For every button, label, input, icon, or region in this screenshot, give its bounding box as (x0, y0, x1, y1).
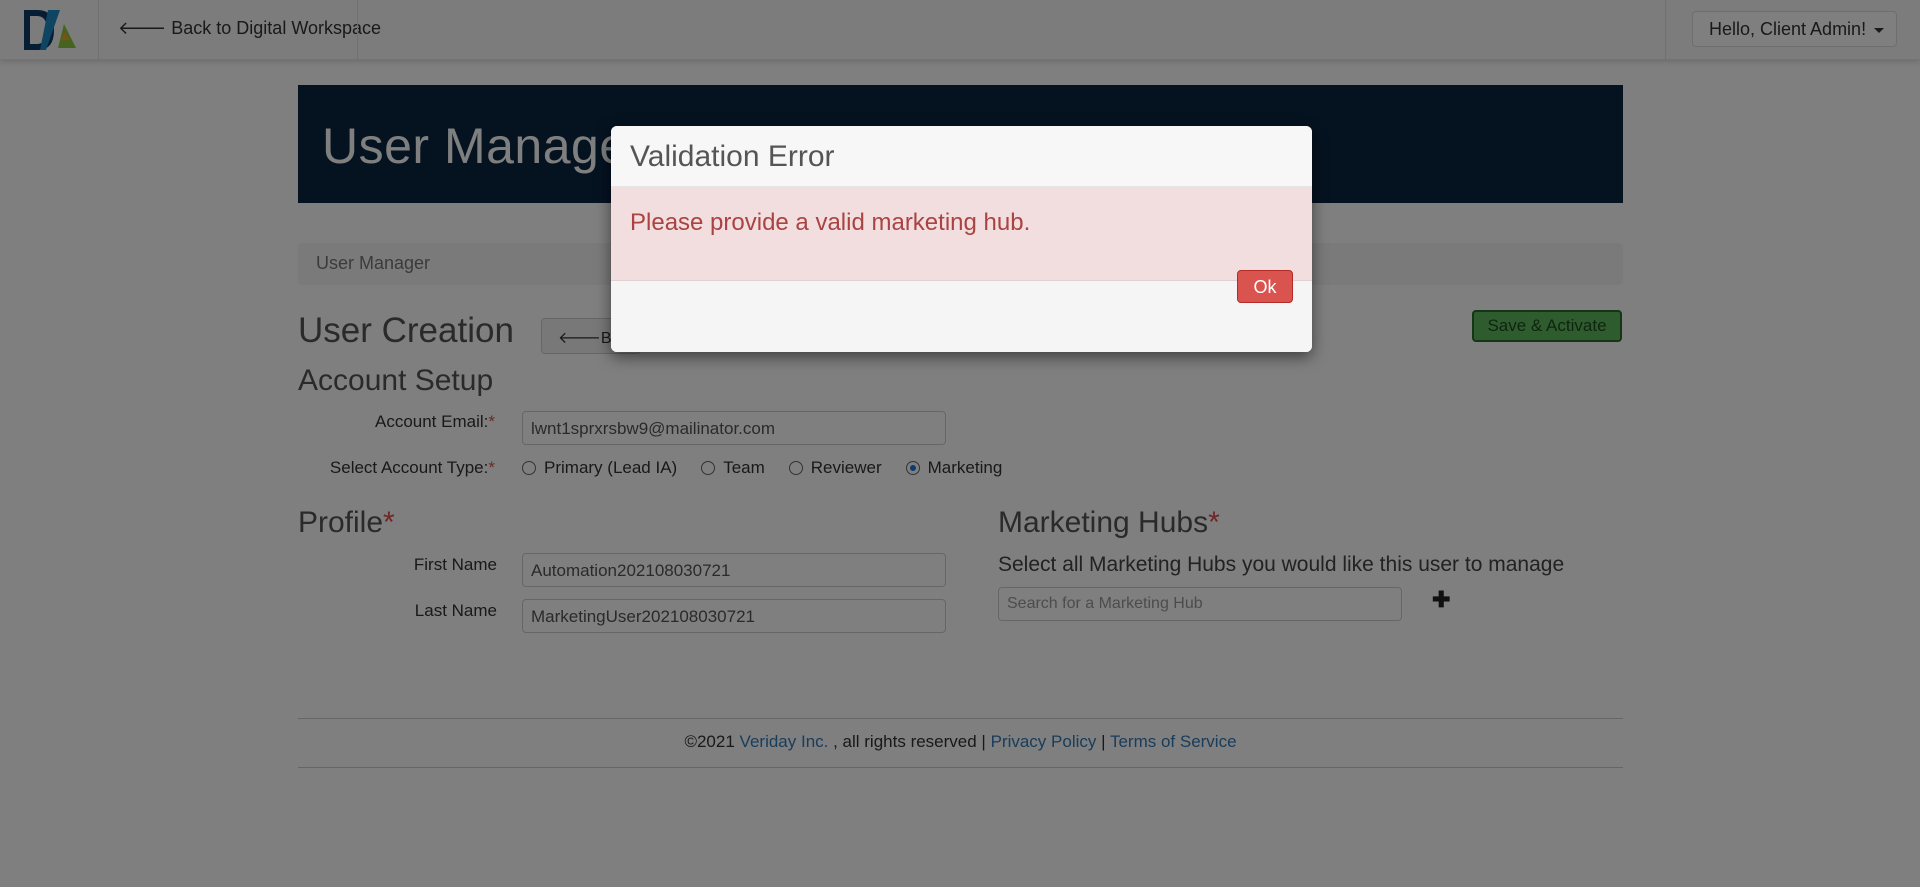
modal-error-body: Please provide a valid marketing hub. (611, 187, 1312, 281)
validation-error-modal: Validation Error Please provide a valid … (611, 126, 1312, 352)
modal-header: Validation Error (611, 126, 1312, 187)
modal-footer (611, 281, 1312, 352)
ok-button[interactable]: Ok (1237, 270, 1293, 303)
modal-title: Validation Error (630, 140, 835, 173)
error-message: Please provide a valid marketing hub. (630, 209, 1031, 236)
